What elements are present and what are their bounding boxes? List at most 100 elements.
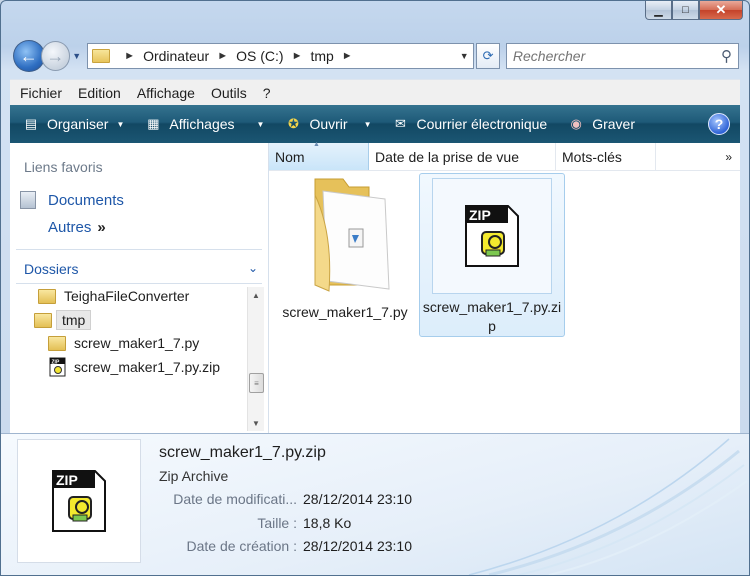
maximize-button[interactable]: □: [672, 1, 699, 20]
burn-button[interactable]: ◉ Graver: [567, 116, 635, 132]
file-item-label-line2: p: [488, 318, 496, 334]
history-dropdown-icon[interactable]: ▼: [72, 51, 81, 61]
search-icon[interactable]: ⚲: [721, 47, 732, 65]
search-box[interactable]: ⚲: [505, 43, 740, 69]
views-label: Affichages: [169, 116, 235, 132]
burn-label: Graver: [592, 116, 636, 132]
views-button[interactable]: ▦ Affichages ▼: [144, 116, 264, 132]
file-list-pane: ▲ Nom Date de la prise de vue Mots-clés …: [269, 141, 740, 433]
arrow-right-icon: →: [46, 45, 65, 66]
details-modified-value[interactable]: 28/12/2014 23:10: [303, 491, 412, 507]
chevron-right-icon[interactable]: ►: [342, 50, 353, 62]
chevron-down-icon: ▼: [116, 119, 125, 129]
svg-text:ZIP: ZIP: [52, 359, 60, 365]
refresh-button[interactable]: ⟳: [476, 43, 500, 69]
tree-item-screw-folder[interactable]: screw_maker1_7.py: [48, 335, 199, 351]
details-created-label: Date de création :: [186, 538, 297, 554]
breadcrumb-computer[interactable]: Ordinateur: [143, 48, 209, 64]
breadcrumb-tmp[interactable]: tmp: [310, 48, 333, 64]
folder-icon: [314, 178, 390, 292]
email-button[interactable]: ✉ Courrier électronique: [391, 116, 547, 132]
tree-scrollbar[interactable]: ▲ ≡ ▼: [247, 287, 264, 431]
menu-view[interactable]: Affichage: [137, 85, 195, 101]
organize-label: Organiser: [47, 116, 109, 132]
column-header-row: ▲ Nom Date de la prise de vue Mots-clés …: [269, 141, 740, 171]
minimize-button[interactable]: ▁: [645, 1, 672, 20]
divider: [16, 283, 262, 284]
file-item-label-line1: screw_maker1_7.py.zi: [422, 299, 562, 315]
details-file-name: screw_maker1_7.py.zip: [159, 444, 326, 461]
file-item-zip[interactable]: ZIP screw_maker1_7.py.zi p: [419, 173, 565, 337]
tree-item-label: screw_maker1_7.py.zip: [74, 359, 221, 375]
folder-icon: [48, 335, 66, 351]
documents-icon: [20, 191, 36, 209]
details-created-row: Date de création : 28/12/2014 23:10: [151, 538, 412, 554]
zip-file-icon: ZIP: [49, 357, 66, 377]
favorite-others[interactable]: Autres »: [48, 219, 106, 236]
menu-help[interactable]: ?: [263, 85, 271, 101]
double-chevron-icon: »: [97, 219, 106, 236]
tree-item-label: screw_maker1_7.py: [74, 335, 200, 351]
folder-icon: [34, 312, 52, 328]
file-item-folder[interactable]: screw_maker1_7.py: [277, 173, 413, 323]
tree-item-teigha[interactable]: TeighaFileConverter: [38, 288, 189, 304]
help-icon: ?: [714, 116, 724, 132]
details-size-row: Taille : 18,8 Ko: [151, 515, 351, 531]
folder-icon: [92, 49, 111, 63]
chevron-down-icon: ▼: [256, 119, 265, 129]
more-columns-button[interactable]: »: [656, 143, 740, 170]
email-label: Courrier électronique: [416, 116, 548, 132]
address-bar[interactable]: ► Ordinateur ► OS (C:) ► tmp ► ▼: [87, 43, 475, 69]
chevron-right-icon[interactable]: ►: [292, 50, 303, 62]
search-input[interactable]: [512, 48, 713, 64]
refresh-icon: ⟳: [482, 48, 494, 63]
open-icon: ✪: [287, 116, 299, 131]
open-label: Ouvrir: [309, 116, 348, 132]
navigation-row: ← → ▼ ► Ordinateur ► OS (C:) ► tmp ► ▼ ⟳…: [13, 39, 740, 73]
column-name[interactable]: ▲ Nom: [269, 141, 369, 170]
scrollbar-thumb[interactable]: ≡: [249, 373, 264, 393]
organize-button[interactable]: ▤ Organiser ▼: [22, 116, 125, 132]
forward-button[interactable]: →: [40, 41, 71, 71]
tree-item-screw-zip[interactable]: ZIP screw_maker1_7.py.zip: [48, 357, 220, 377]
chevron-right-icon[interactable]: ►: [217, 50, 228, 62]
scroll-up-icon[interactable]: ▲: [248, 287, 264, 303]
double-chevron-icon: »: [725, 149, 732, 164]
tree-item-label: TeighaFileConverter: [64, 288, 190, 304]
navigation-pane: Liens favoris Documents Autres » Dossier…: [10, 143, 269, 433]
chevron-right-icon[interactable]: ►: [124, 50, 135, 62]
favorite-documents-label: Documents: [48, 191, 124, 209]
address-dropdown-icon[interactable]: ▼: [455, 51, 473, 61]
back-button[interactable]: ←: [13, 40, 45, 72]
file-item-label: screw_maker1_7.py: [282, 304, 408, 320]
sort-ascending-icon: ▲: [313, 141, 320, 148]
menu-bar: Fichier Edition Affichage Outils ?: [10, 79, 740, 105]
menu-edit[interactable]: Edition: [78, 85, 121, 101]
zip-file-icon: ZIP: [52, 470, 106, 532]
tree-item-label: tmp: [56, 310, 92, 330]
explorer-window: ▁ □ ✕ ← → ▼ ► Ordinateur ► OS (C:) ► tmp…: [0, 0, 750, 576]
chevron-down-icon[interactable]: ⌄: [248, 261, 258, 275]
column-tags[interactable]: Mots-clés: [556, 143, 656, 170]
details-created-value[interactable]: 28/12/2014 23:10: [303, 538, 412, 554]
breadcrumb-drive[interactable]: OS (C:): [236, 48, 283, 64]
menu-file[interactable]: Fichier: [20, 85, 62, 101]
file-item-label: screw_maker1_7.py.zi p: [420, 298, 564, 336]
open-button[interactable]: ✪ Ouvrir ▼: [284, 116, 372, 132]
minimize-icon: ▁: [654, 4, 663, 17]
folders-header[interactable]: Dossiers: [24, 261, 78, 277]
favorite-documents[interactable]: Documents: [20, 191, 124, 209]
column-date-label: Date de la prise de vue: [375, 148, 519, 165]
details-modified-row: Date de modificati... 28/12/2014 23:10: [151, 491, 412, 507]
tree-item-tmp[interactable]: tmp: [34, 310, 92, 330]
zip-icon-text: ZIP: [56, 472, 78, 488]
email-icon: ✉: [395, 116, 406, 131]
close-button[interactable]: ✕: [699, 1, 743, 20]
favorites-header: Liens favoris: [24, 159, 103, 175]
help-button[interactable]: ?: [708, 113, 730, 135]
arrow-left-icon: ←: [19, 45, 38, 66]
scroll-down-icon[interactable]: ▼: [248, 415, 264, 431]
menu-tools[interactable]: Outils: [211, 85, 247, 101]
column-date-taken[interactable]: Date de la prise de vue: [369, 143, 556, 170]
divider: [16, 249, 262, 250]
